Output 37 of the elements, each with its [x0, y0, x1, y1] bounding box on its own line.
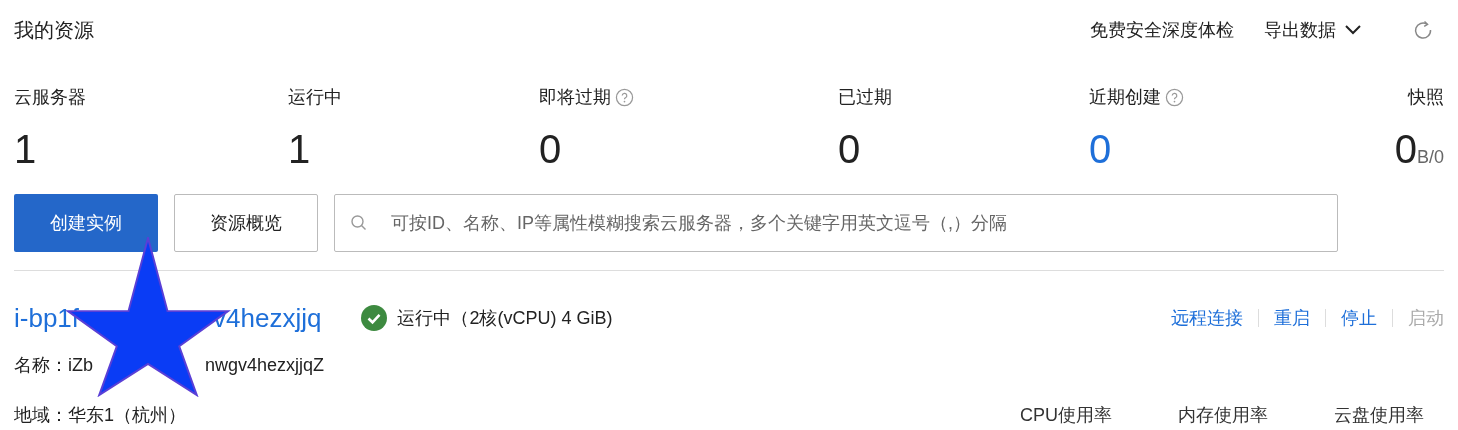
stat-value[interactable]: 0	[1089, 124, 1112, 174]
status-text: 运行中	[397, 306, 452, 330]
stat-value: 1	[14, 126, 37, 173]
stat-label: 近期创建	[1089, 85, 1161, 109]
help-icon	[615, 87, 634, 107]
refresh-icon[interactable]	[1412, 19, 1434, 41]
stat-label: 即将过期	[539, 85, 611, 109]
stat-value: 0	[838, 126, 861, 173]
stat-label: 云服务器	[14, 85, 86, 109]
action-link[interactable]: 停止	[1341, 304, 1377, 332]
stat-value: 1	[288, 126, 311, 173]
stat-value: 0	[1394, 126, 1417, 173]
instance-name: 名称：iZb	[14, 353, 93, 377]
stat-label: 运行中	[288, 85, 342, 109]
check-circle-icon	[361, 305, 388, 331]
stat-unit: B/0	[1416, 146, 1444, 169]
instance-id[interactable]: v4hezxjjq	[213, 298, 322, 338]
page-title: 我的资源	[14, 18, 94, 43]
stat-label: 快照	[1408, 85, 1444, 109]
stat-label: 已过期	[838, 85, 892, 109]
metric-label: CPU使用率	[1020, 403, 1112, 427]
chevron-down-icon	[1344, 24, 1362, 36]
action-link[interactable]: 重启	[1274, 304, 1310, 332]
header-link[interactable]: 免费安全深度体检	[1090, 16, 1234, 44]
action-link[interactable]: 远程连接	[1171, 304, 1243, 332]
search-field[interactable]: 可按ID、名称、IP等属性模糊搜索云服务器，多个关键字用英文逗号（,）分隔	[334, 194, 1338, 252]
primary-button[interactable]: 创建实例	[14, 194, 158, 252]
spec-text: （2核(vCPU) 4 GiB)	[451, 306, 613, 330]
metric-label: 云盘使用率	[1334, 403, 1424, 427]
search-icon	[350, 214, 368, 232]
help-icon	[1165, 87, 1184, 107]
stat-value: 0	[539, 126, 562, 173]
instance-name: nwgv4hezxjjqZ	[205, 353, 325, 377]
secondary-button[interactable]: 资源概览	[174, 194, 318, 252]
metric-label: 内存使用率	[1178, 403, 1268, 427]
region-text: 地域：华东1（杭州）	[14, 403, 186, 427]
header-link[interactable]: 导出数据	[1264, 16, 1362, 44]
